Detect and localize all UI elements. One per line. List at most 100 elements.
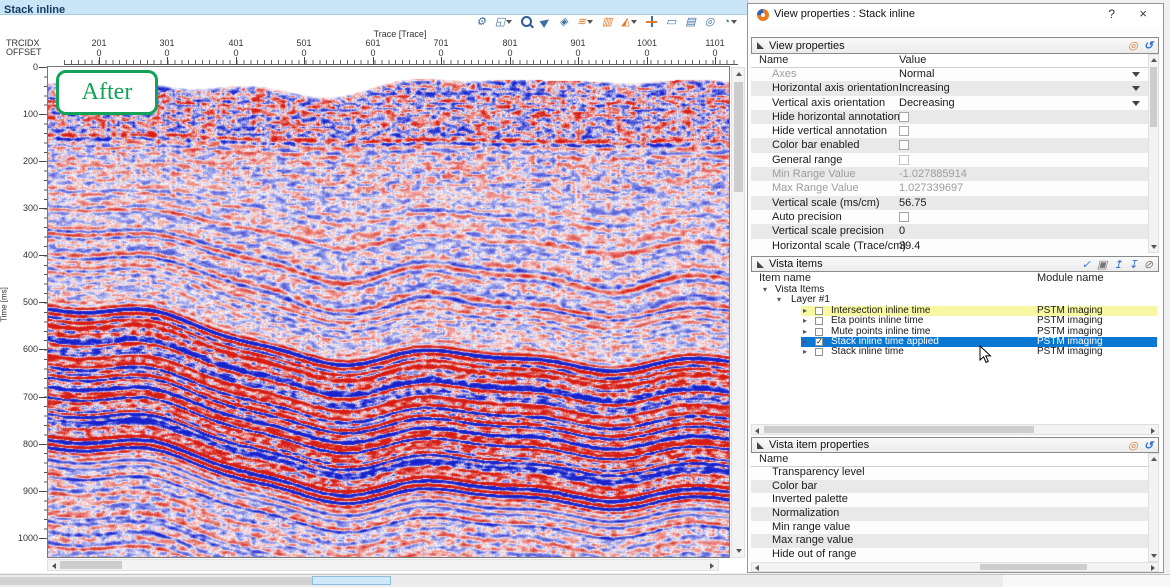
property-row[interactable]: Horizontal axis orientationIncreasing — [751, 81, 1148, 95]
property-row[interactable]: Min range value — [751, 521, 1148, 535]
section-header-vista-item-properties[interactable]: Vista item properties ◎ ↺ — [751, 437, 1159, 453]
item-checkbox[interactable] — [815, 317, 823, 325]
tree-column-headers[interactable]: Item name Module name — [751, 272, 1159, 286]
checkbox[interactable] — [899, 140, 909, 150]
copy-icon[interactable]: ▣ — [1097, 258, 1107, 271]
scroll-down-arrow[interactable] — [1151, 245, 1157, 249]
zoom-area-icon[interactable]: ◎ — [705, 15, 715, 28]
crosshair-icon[interactable] — [646, 16, 657, 27]
zoom-magnifier-icon[interactable] — [521, 16, 532, 27]
property-row[interactable]: Hide vertical annotation — [751, 124, 1148, 138]
scroll-up-arrow[interactable] — [736, 72, 742, 76]
property-row[interactable]: AxesNormal — [751, 67, 1148, 81]
property-row[interactable]: Auto precision — [751, 210, 1148, 224]
scroll-left-arrow[interactable] — [755, 428, 759, 434]
wiggle-display-icon[interactable]: ≋ — [577, 15, 593, 28]
scrollbar-thumb[interactable] — [980, 564, 1087, 570]
grid-column-headers[interactable]: Name — [751, 453, 1148, 467]
property-row[interactable]: Max Range Value1.027339697 — [751, 181, 1148, 195]
scroll-right-arrow[interactable] — [1151, 428, 1155, 434]
collapsed-icon[interactable]: ▸ — [803, 347, 807, 357]
scroll-right-arrow[interactable] — [710, 563, 714, 569]
view-layout-icon[interactable]: ◱ — [495, 15, 512, 28]
property-row[interactable]: General range — [751, 153, 1148, 167]
dropdown-caret-icon[interactable] — [1132, 86, 1140, 91]
expanded-icon[interactable]: ▾ — [777, 295, 781, 305]
property-row[interactable]: Hide out of range — [751, 548, 1148, 562]
seismic-canvas[interactable] — [48, 67, 729, 557]
check-all-icon[interactable]: ✓ — [1082, 258, 1091, 271]
reset-icon[interactable]: ↺ — [1144, 439, 1153, 452]
annotation-tooltip-icon[interactable]: ▭ — [666, 15, 676, 28]
item-checkbox[interactable] — [815, 348, 823, 356]
checkbox[interactable] — [899, 126, 909, 136]
scroll-down-arrow[interactable] — [1151, 554, 1157, 558]
tree-item-row[interactable]: ▸ Stack inline time PSTM imaging — [751, 347, 1159, 357]
checkbox[interactable] — [899, 212, 909, 222]
scroll-down-arrow[interactable] — [736, 549, 742, 553]
property-row[interactable]: Hide horizontal annotation — [751, 110, 1148, 124]
section-header-view-properties[interactable]: View properties ◎ ↺ — [751, 37, 1159, 54]
palette-display-icon[interactable]: ◭ — [621, 15, 636, 28]
pick-pointer-icon[interactable] — [541, 18, 550, 26]
move-bottom-icon[interactable]: ↧ — [1129, 258, 1138, 271]
property-row[interactable]: Vertical scale (ms/cm)56.75 — [751, 196, 1148, 210]
property-row[interactable]: Horizontal scale (Trace/cm)39.4 — [751, 239, 1148, 253]
unlink-icon[interactable]: ⊘ — [1144, 258, 1153, 271]
scroll-up-arrow[interactable] — [1151, 457, 1157, 461]
apply-target-icon[interactable]: ◎ — [1128, 39, 1138, 52]
settings-gear-icon[interactable]: ⚙ — [476, 15, 486, 28]
property-row[interactable]: Normalization — [751, 507, 1148, 521]
property-row[interactable]: Transparency level — [751, 466, 1148, 480]
collapse-icon[interactable] — [757, 442, 764, 449]
apply-target-icon[interactable]: ◎ — [1128, 439, 1138, 452]
dropdown-caret-icon[interactable] — [731, 20, 737, 24]
scroll-up-arrow[interactable] — [1151, 58, 1157, 62]
scrollbar-thumb[interactable] — [734, 82, 743, 192]
collapsed-icon[interactable]: ▸ — [803, 337, 807, 347]
property-row[interactable]: Color bar enabled — [751, 138, 1148, 152]
collapsed-icon[interactable]: ▸ — [803, 316, 807, 326]
vista-items-horizontal-scrollbar[interactable] — [751, 424, 1159, 435]
collapse-icon[interactable] — [757, 261, 764, 268]
scroll-right-arrow[interactable] — [1151, 565, 1155, 571]
view-properties-scrollbar[interactable] — [1148, 54, 1159, 253]
tree-item-row[interactable]: ▸ Eta points inline time PSTM imaging — [751, 316, 1159, 326]
close-button[interactable]: × — [1139, 6, 1147, 21]
item-checkbox[interactable] — [815, 328, 823, 336]
property-row[interactable]: Inverted palette — [751, 493, 1148, 507]
scroll-left-arrow[interactable] — [755, 565, 759, 571]
dropdown-caret-icon[interactable] — [631, 20, 637, 24]
plot-horizontal-scrollbar[interactable] — [47, 559, 719, 571]
dropdown-caret-icon[interactable] — [1132, 101, 1140, 106]
dropdown-caret-icon[interactable] — [587, 20, 593, 24]
item-checkbox[interactable] — [815, 307, 823, 315]
scroll-left-arrow[interactable] — [52, 563, 56, 569]
snapshot-icon[interactable]: ▤ — [685, 15, 695, 28]
item-checkbox[interactable] — [815, 338, 823, 346]
scrollbar-thumb[interactable] — [1150, 67, 1157, 127]
grid-column-headers[interactable]: Name Value — [751, 54, 1148, 68]
property-row[interactable]: Vertical scale precision0 — [751, 224, 1148, 238]
help-button[interactable]: ? — [1108, 7, 1115, 21]
checkbox[interactable] — [899, 155, 909, 165]
vista-item-properties-horizontal-scrollbar[interactable] — [751, 562, 1159, 572]
dropdown-caret-icon[interactable] — [1132, 72, 1140, 77]
seismic-plot[interactable] — [47, 66, 730, 558]
move-top-icon[interactable]: ↥ — [1113, 258, 1122, 271]
plot-vertical-scrollbar[interactable] — [731, 67, 745, 558]
scrollbar-thumb[interactable] — [764, 426, 1034, 433]
reset-icon[interactable]: ↺ — [1144, 39, 1153, 52]
property-row[interactable]: Min Range Value-1.027885914 — [751, 167, 1148, 181]
dropdown-caret-icon[interactable] — [506, 20, 512, 24]
active-view-tab[interactable] — [312, 576, 391, 585]
checkbox[interactable] — [899, 112, 909, 122]
time-tool-icon[interactable]: ◔ — [723, 16, 737, 28]
scrollbar-thumb[interactable] — [60, 561, 122, 569]
collapse-icon[interactable] — [757, 42, 764, 49]
section-header-vista-items[interactable]: Vista items ✓ ▣ ↥ ↧ ⊘ — [751, 256, 1159, 272]
layers-icon[interactable]: ◈ — [559, 15, 567, 28]
property-row[interactable]: Vertical axis orientationDecreasing — [751, 96, 1148, 110]
expanded-icon[interactable]: ▾ — [763, 285, 767, 295]
property-row[interactable]: Color bar — [751, 480, 1148, 494]
